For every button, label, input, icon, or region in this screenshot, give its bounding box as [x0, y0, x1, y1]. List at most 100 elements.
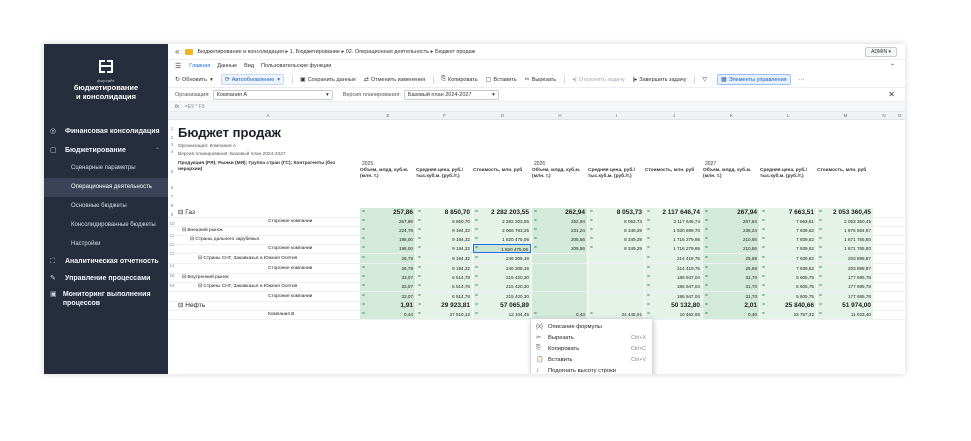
data-cell[interactable] [532, 282, 587, 291]
data-cell[interactable]: 2 282 203,55 [473, 217, 531, 226]
data-cell[interactable]: 1 671 765,80 [817, 235, 873, 244]
row-label[interactable]: Стороние компании [268, 292, 358, 301]
data-cell[interactable]: 8 850,70 [416, 217, 472, 226]
data-cell[interactable]: 205,56 [532, 244, 587, 253]
breadcrumb-path[interactable]: Бюджетирование и консолидация ▸ 1. Бюдже… [197, 49, 475, 55]
column-letter[interactable]: H [532, 113, 588, 118]
data-cell[interactable]: 0,46 [703, 310, 759, 319]
sidebar-item-settings[interactable]: Настройки [44, 235, 168, 254]
data-cell[interactable]: 31,70 [703, 282, 759, 291]
data-cell[interactable]: 7 939,62 [760, 226, 816, 235]
data-cell[interactable]: 8 349,29 [588, 235, 644, 244]
column-letter[interactable]: G [473, 113, 532, 118]
data-cell[interactable]: 2 117 646,74 [645, 217, 702, 226]
data-cell[interactable]: 0,44 [360, 310, 415, 319]
data-cell[interactable]: 210,56 [703, 235, 759, 244]
sidebar-item-main-budgets[interactable]: Основные бюджеты [44, 197, 168, 216]
data-cell[interactable]: 7 939,62 [760, 244, 816, 253]
column-letter[interactable]: K [703, 113, 760, 118]
data-cell[interactable] [532, 264, 587, 273]
data-cell[interactable]: 2 282 203,55 [473, 208, 531, 217]
data-cell[interactable]: 12 104,45 [473, 310, 531, 319]
column-letter[interactable]: L [760, 113, 817, 118]
data-cell[interactable]: 205,56 [532, 235, 587, 244]
column-letter[interactable]: F [416, 113, 473, 118]
data-cell[interactable]: 177 695,78 [817, 292, 873, 301]
data-cell[interactable]: 5 605,75 [760, 282, 816, 291]
row-label[interactable]: ⊟ Внутренний рынок [182, 273, 358, 282]
data-cell[interactable]: 23 757,32 [760, 310, 816, 319]
data-cell[interactable]: 7 939,62 [760, 254, 816, 263]
column-letter[interactable]: A [178, 113, 358, 118]
data-cell[interactable]: 10 462,65 [645, 310, 702, 319]
undo-button[interactable]: ⇄ Отменить изменения [364, 76, 425, 84]
data-cell[interactable]: 9 194,32 [416, 226, 472, 235]
cut-button[interactable]: ✂ Вырезать [525, 76, 557, 84]
row-label[interactable]: ⊟ Страны СНГ, Закавказья и Южная Осетия [198, 254, 358, 263]
data-cell[interactable]: 215 420,30 [473, 282, 531, 291]
menu-icon[interactable]: ☰ [175, 62, 181, 70]
row-number[interactable]: 3 [168, 142, 176, 147]
ctx-copy[interactable]: ⎘ Копировать Ctrl+C [531, 343, 652, 354]
row-number[interactable]: 7 [168, 194, 176, 199]
data-cell[interactable]: 7 939,62 [760, 264, 816, 273]
data-cell[interactable] [588, 273, 644, 282]
data-cell[interactable]: 2,01 [703, 301, 759, 310]
data-cell[interactable]: 50 132,80 [645, 301, 702, 310]
data-cell[interactable]: 8 349,29 [588, 244, 644, 253]
data-cell[interactable]: 2 066 783,25 [473, 226, 531, 235]
data-cell[interactable]: 25,68 [703, 264, 759, 273]
formula-bar[interactable]: fx =E9 * F9 [168, 102, 905, 112]
save-button[interactable]: ▣ Сохранить данные [300, 76, 356, 84]
data-cell[interactable]: 25 840,66 [760, 301, 816, 310]
sidebar-section-consolidation[interactable]: ◎ Финансовая консолидация ⌄ [44, 124, 168, 141]
row-label[interactable]: ⊟ Газ [178, 208, 358, 217]
column-letter[interactable]: I [588, 113, 645, 118]
row-number[interactable]: 16 [168, 283, 176, 288]
data-cell[interactable] [532, 301, 587, 310]
row-number[interactable]: 6 [168, 185, 176, 190]
menu-data[interactable]: Данные [217, 63, 237, 69]
formula-text[interactable]: =E9 * F9 [185, 104, 205, 110]
data-cell[interactable]: 186 947,04 [645, 282, 702, 291]
data-cell[interactable]: 57 065,89 [473, 301, 531, 310]
data-cell[interactable]: 33,07 [360, 292, 415, 301]
data-cell[interactable]: 8 349,29 [588, 226, 644, 235]
data-cell[interactable] [532, 254, 587, 263]
paste-button[interactable]: ▢ Вставить [486, 76, 517, 84]
row-label[interactable]: ⊟ Внешний рынок [182, 226, 358, 235]
collapse-icon[interactable]: ⌃ [890, 63, 895, 70]
row-label[interactable]: ⊟ Страны СНГ, Закавказья и Южная Осетия [198, 282, 358, 291]
data-cell[interactable]: 8 053,73 [588, 217, 644, 226]
row-label[interactable]: Компания В [268, 310, 358, 319]
data-cell[interactable]: 31,70 [703, 273, 759, 282]
data-cell[interactable]: 267,94 [703, 217, 759, 226]
data-cell[interactable]: 198,00 [360, 235, 415, 244]
row-label[interactable]: Стороние компании [268, 264, 358, 273]
data-cell[interactable]: 267,94 [703, 208, 759, 217]
row-label[interactable]: ⊟ Нефть [178, 301, 358, 310]
row-number[interactable]: 5 [168, 169, 176, 174]
data-cell[interactable]: 7 663,51 [760, 208, 816, 217]
column-letter[interactable]: M [817, 113, 874, 118]
data-cell[interactable]: 1 875 664,67 [817, 226, 873, 235]
more-button[interactable]: ··· [799, 77, 805, 83]
auto-refresh-button[interactable]: ⟳ Автообновление ▾ [220, 74, 285, 85]
data-cell[interactable]: 9 194,32 [416, 264, 472, 273]
row-number[interactable]: 1 [168, 126, 176, 131]
row-label[interactable]: ⊟ Страны дальнего зарубежья [190, 235, 358, 244]
reject-task-button[interactable]: ◂| Отклонить задачу [572, 76, 625, 84]
data-cell[interactable]: 203 898,87 [817, 254, 873, 263]
copy-button[interactable]: ⎘ Копировать [441, 76, 477, 83]
data-cell[interactable]: 246 308,19 [473, 264, 531, 273]
row-number[interactable]: 8 [168, 203, 176, 208]
data-cell[interactable]: 246 308,19 [473, 254, 531, 263]
column-letter[interactable]: E [360, 113, 416, 118]
data-cell[interactable]: 262,94 [532, 217, 587, 226]
data-cell[interactable]: 214 419,75 [645, 254, 702, 263]
controls-button[interactable]: ▦ Элементы управления [717, 74, 791, 85]
data-cell[interactable]: 26,79 [360, 254, 415, 263]
data-cell[interactable]: 1 930 699,70 [645, 226, 702, 235]
data-cell[interactable]: 6 514,78 [416, 292, 472, 301]
data-cell[interactable] [588, 254, 644, 263]
